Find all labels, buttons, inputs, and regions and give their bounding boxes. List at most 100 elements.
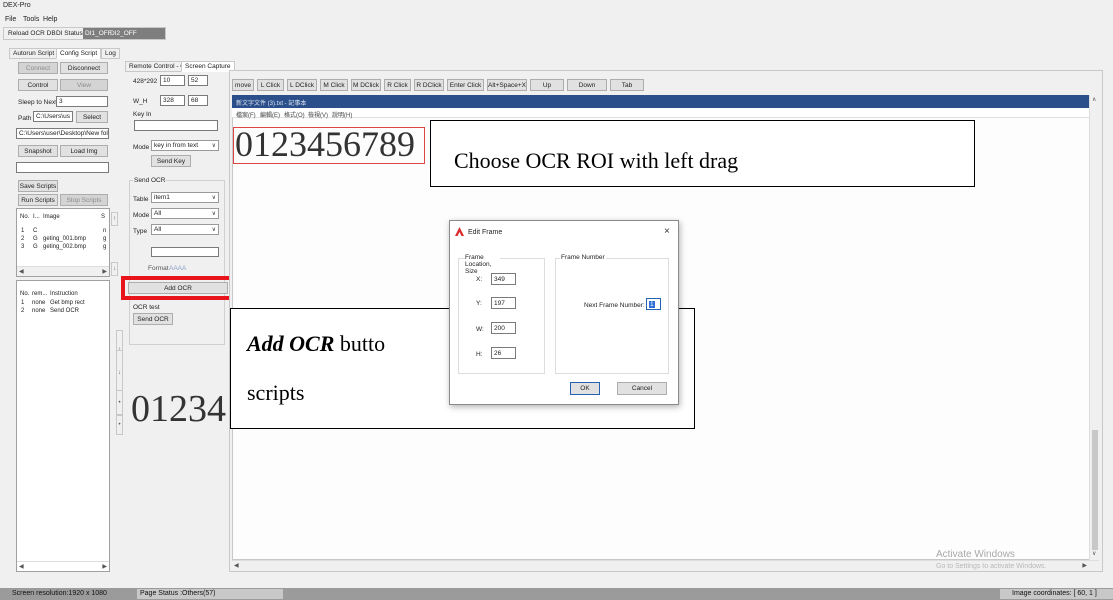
snapshot-button[interactable]: Snapshot: [18, 145, 58, 157]
instr-row-1-instruction[interactable]: Get bmp rect: [50, 300, 85, 306]
move-down-icon[interactable]: ↓: [111, 262, 118, 276]
reload-ocr-db-button[interactable]: Reload OCR DB: [8, 30, 56, 37]
stop-scripts-button[interactable]: Stop Scripts: [60, 194, 108, 206]
image-row-2-s[interactable]: g: [103, 236, 106, 242]
frame-w-input[interactable]: 200: [491, 322, 516, 334]
next-frame-number-input[interactable]: 1: [646, 298, 661, 310]
instr-row-1-rem[interactable]: none: [32, 300, 45, 306]
image-row-1-no[interactable]: 1: [21, 228, 24, 234]
blank-input[interactable]: [16, 162, 109, 173]
image-row-1-s[interactable]: n: [103, 228, 106, 234]
image-row-3-s[interactable]: g: [103, 244, 106, 250]
image-row-3-no[interactable]: 3: [21, 244, 24, 250]
type-select-value: All: [154, 226, 162, 233]
m-click-button[interactable]: M Click: [320, 79, 348, 91]
frame-y-input[interactable]: 197: [491, 297, 516, 309]
path-input[interactable]: C:\Users\us: [33, 111, 73, 122]
instruction-list[interactable]: [16, 280, 110, 572]
l-click-button[interactable]: L Click: [257, 79, 284, 91]
tab-autorun-script[interactable]: Autorun Script: [9, 48, 59, 59]
key-in-input[interactable]: [134, 120, 218, 131]
l-dclick-button[interactable]: L DClick: [287, 79, 317, 91]
ocr-blank-input[interactable]: [151, 247, 219, 257]
scroll-right-icon[interactable]: ▶: [102, 268, 107, 275]
notepad-menu-edit[interactable]: 編輯(E): [260, 110, 280, 119]
instr-header-rem: rem...: [32, 291, 48, 297]
frame-x-input[interactable]: 349: [491, 273, 516, 285]
scroll-thumb[interactable]: [1092, 430, 1098, 550]
mode-select[interactable]: key in from text ∨: [151, 140, 219, 151]
table-select[interactable]: item1 ∨: [151, 192, 219, 203]
cancel-button[interactable]: Cancel: [617, 382, 667, 395]
mode2-select[interactable]: All ∨: [151, 208, 219, 219]
run-scripts-button[interactable]: Run Scripts: [18, 194, 58, 206]
send-ocr-button[interactable]: Send OCR: [133, 313, 173, 325]
connect-button[interactable]: Connect: [18, 62, 58, 74]
enter-click-button[interactable]: Enter Click: [447, 79, 484, 91]
view-button[interactable]: View: [60, 79, 108, 91]
x-input[interactable]: 10: [160, 75, 185, 86]
notepad-menu-file[interactable]: 檔案(F): [236, 110, 256, 119]
scroll-left-icon[interactable]: ◀: [19, 268, 24, 275]
control-button[interactable]: Control: [18, 79, 58, 91]
scroll-right-icon[interactable]: ▶: [1082, 562, 1087, 569]
instr-row-2-rem[interactable]: none: [32, 308, 45, 314]
instr-row-2-instruction[interactable]: Send OCR: [50, 308, 79, 314]
tab-button[interactable]: Tab: [610, 79, 644, 91]
scroll-left-icon[interactable]: ◀: [234, 562, 239, 569]
mode2-label: Mode: [133, 212, 150, 219]
save-scripts-button[interactable]: Save Scripts: [18, 180, 58, 192]
move-down-icon[interactable]: ↓: [116, 350, 123, 395]
menu-tools[interactable]: Tools: [23, 16, 39, 23]
y-input[interactable]: 52: [188, 75, 208, 86]
add-ocr-button[interactable]: Add OCR: [128, 282, 228, 294]
edit-frame-title: Edit Frame: [468, 229, 503, 236]
notepad-menu-format[interactable]: 格式(O): [284, 110, 305, 119]
vertical-scrollbar[interactable]: ∧ ∨: [1089, 95, 1099, 560]
up-button[interactable]: Up: [530, 79, 564, 91]
move-button[interactable]: move: [232, 79, 254, 91]
tab-screen-capture[interactable]: Screen Capture: [181, 61, 235, 72]
move-up-icon[interactable]: ↑: [111, 212, 118, 226]
frame-h-input[interactable]: 26: [491, 347, 516, 359]
instr-row-1-no[interactable]: 1: [21, 300, 24, 306]
image-row-3-i[interactable]: G: [33, 244, 38, 250]
disconnect-button[interactable]: Disconnect: [60, 62, 108, 74]
down-button[interactable]: Down: [567, 79, 607, 91]
scroll-up-icon[interactable]: ∧: [1092, 96, 1096, 103]
instr-row-2-no[interactable]: 2: [21, 308, 24, 314]
m-dclick-button[interactable]: M DClick: [351, 79, 381, 91]
image-row-2-i[interactable]: G: [33, 236, 38, 242]
select-button[interactable]: Select: [76, 111, 108, 123]
move-bottom-icon[interactable]: •: [116, 415, 123, 435]
r-click-button[interactable]: R Click: [384, 79, 411, 91]
menu-file[interactable]: File: [5, 16, 16, 23]
image-row-2-image[interactable]: geting_001.bmp: [43, 236, 86, 242]
tab-log[interactable]: Log: [101, 48, 120, 59]
scroll-left-icon[interactable]: ◀: [19, 563, 24, 570]
move-top-icon[interactable]: •: [116, 390, 123, 415]
type-select[interactable]: All ∨: [151, 224, 219, 235]
close-icon[interactable]: ×: [664, 226, 670, 237]
notepad-menu-view[interactable]: 檢視(V): [308, 110, 328, 119]
send-key-button[interactable]: Send Key: [151, 155, 191, 167]
alt-space-x-button[interactable]: Alt+Space+X: [487, 79, 527, 91]
menu-help[interactable]: Help: [43, 16, 57, 23]
tab-config-script[interactable]: Config Script: [56, 48, 102, 59]
scroll-right-icon[interactable]: ▶: [102, 563, 107, 570]
notepad-menu-help[interactable]: 說明(H): [332, 110, 352, 119]
image-row-1-i[interactable]: C: [33, 228, 37, 234]
r-dclick-button[interactable]: R DClick: [414, 79, 444, 91]
w-input[interactable]: 328: [160, 95, 185, 106]
send-ocr-group-label: Send OCR: [133, 177, 167, 184]
image-list-hscroll[interactable]: ◀ ▶: [17, 266, 109, 276]
ok-button[interactable]: OK: [570, 382, 600, 395]
image-row-2-no[interactable]: 2: [21, 236, 24, 242]
h-input[interactable]: 68: [188, 95, 208, 106]
instruction-list-hscroll[interactable]: ◀ ▶: [17, 561, 109, 571]
image-row-3-image[interactable]: geting_002.bmp: [43, 244, 86, 250]
sleep-to-next-input[interactable]: 3: [56, 96, 108, 107]
load-img-button[interactable]: Load Img: [60, 145, 108, 157]
path-full-input[interactable]: C:\Users\user\Desktop\New folc: [16, 128, 109, 139]
scroll-down-icon[interactable]: ∨: [1092, 550, 1096, 557]
